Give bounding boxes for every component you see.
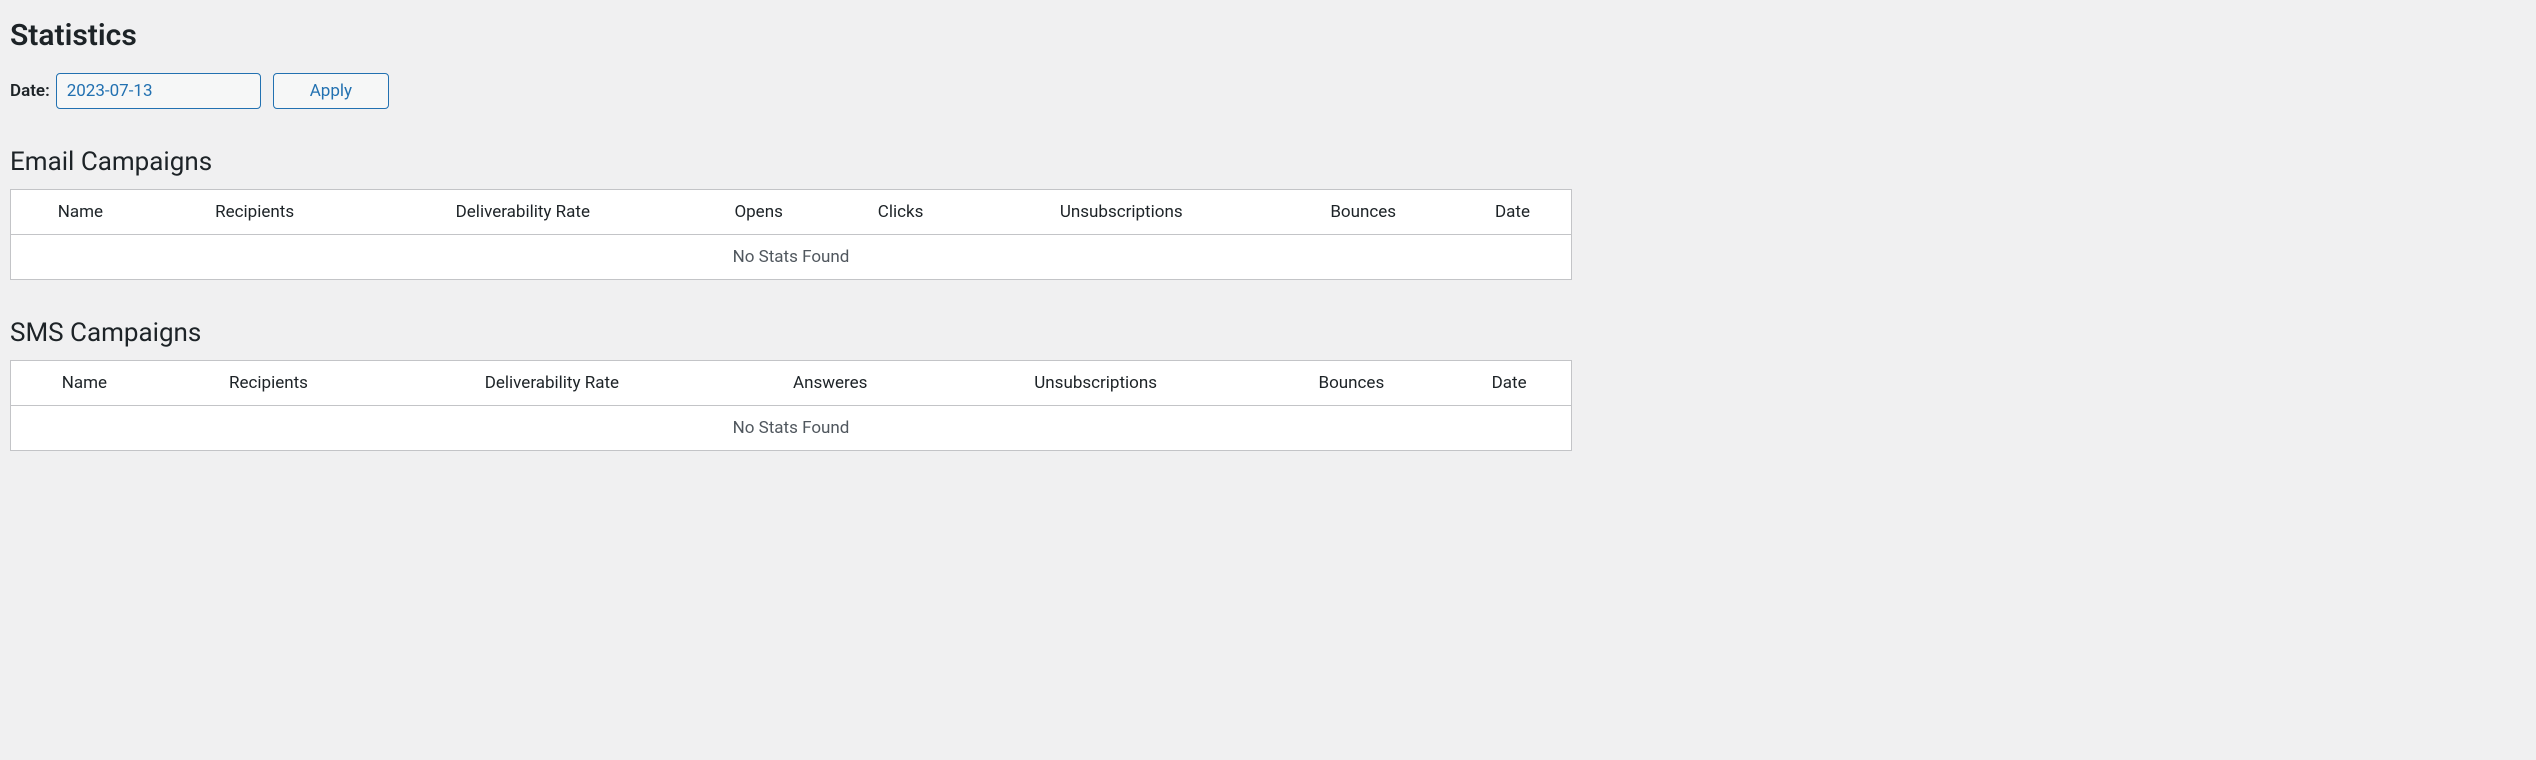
table-empty-row: No Stats Found: [11, 406, 1572, 451]
column-date: Date: [1454, 190, 1572, 235]
column-name: Name: [11, 190, 150, 235]
table-header-row: Name Recipients Deliverability Rate Open…: [11, 190, 1572, 235]
table-empty-row: No Stats Found: [11, 235, 1572, 280]
email-campaigns-table: Name Recipients Deliverability Rate Open…: [10, 189, 1572, 280]
column-name: Name: [11, 361, 158, 406]
column-bounces: Bounces: [1272, 190, 1454, 235]
page-title: Statistics: [10, 18, 1572, 53]
apply-button[interactable]: Apply: [273, 73, 389, 109]
empty-message: No Stats Found: [11, 406, 1572, 451]
column-unsubscriptions: Unsubscriptions: [970, 190, 1272, 235]
column-recipients: Recipients: [158, 361, 379, 406]
column-date: Date: [1447, 361, 1571, 406]
column-deliverability: Deliverability Rate: [379, 361, 724, 406]
table-header-row: Name Recipients Deliverability Rate Answ…: [11, 361, 1572, 406]
column-clicks: Clicks: [831, 190, 970, 235]
empty-message: No Stats Found: [11, 235, 1572, 280]
sms-campaigns-table: Name Recipients Deliverability Rate Answ…: [10, 360, 1572, 451]
email-campaigns-heading: Email Campaigns: [10, 147, 1572, 177]
column-answeres: Answeres: [725, 361, 936, 406]
sms-campaigns-heading: SMS Campaigns: [10, 318, 1572, 348]
date-filter-row: Date: Apply: [10, 73, 1572, 109]
date-label: Date:: [10, 81, 50, 101]
column-unsubscriptions: Unsubscriptions: [936, 361, 1256, 406]
date-input[interactable]: [56, 73, 261, 109]
column-opens: Opens: [686, 190, 831, 235]
column-bounces: Bounces: [1255, 361, 1447, 406]
column-deliverability: Deliverability Rate: [359, 190, 686, 235]
column-recipients: Recipients: [150, 190, 360, 235]
